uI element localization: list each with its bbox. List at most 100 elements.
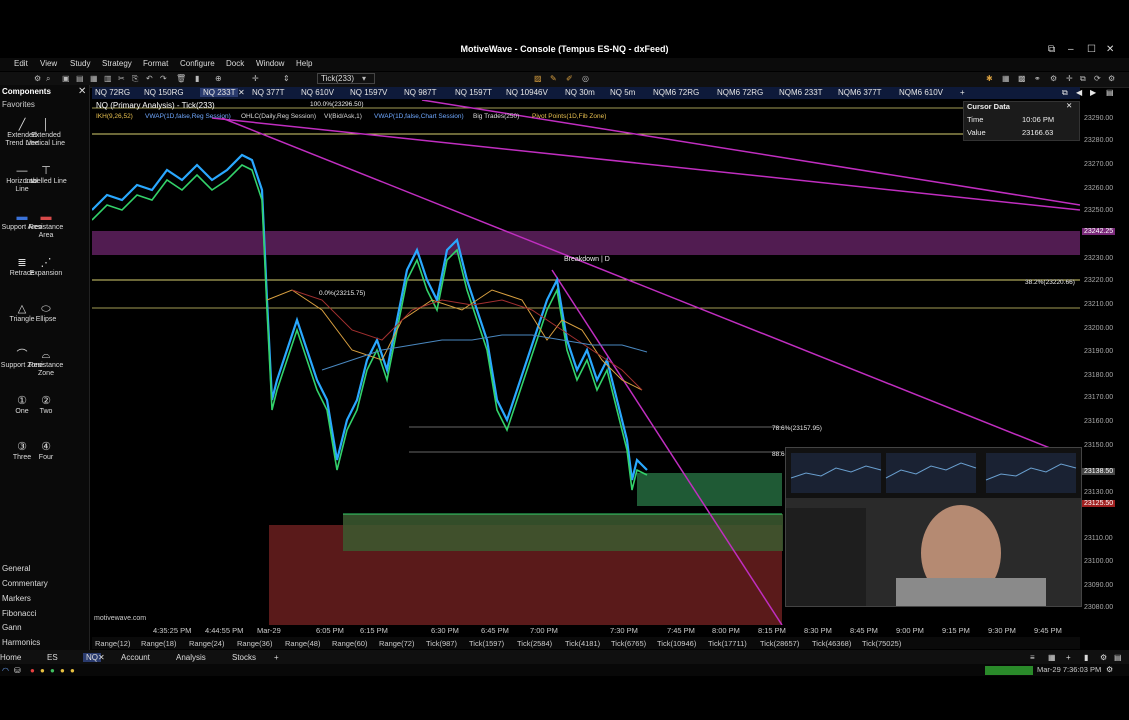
tick-987[interactable]: Tick(987)	[426, 639, 457, 648]
tab-nq-72rg[interactable]: NQ 72RG	[95, 88, 130, 97]
tick-17711[interactable]: Tick(17711)	[708, 639, 747, 648]
category-markers[interactable]: Markers	[2, 594, 31, 603]
grid-view-icon[interactable]: ▦	[1048, 653, 1056, 662]
add-tab-icon[interactable]: +	[960, 88, 965, 97]
bar-type-select[interactable]: Tick(233)	[317, 73, 376, 84]
menu-help[interactable]: Help	[296, 59, 312, 68]
menu-window[interactable]: Window	[256, 59, 284, 68]
tab-nq-150rg[interactable]: NQ 150RG	[144, 88, 184, 97]
open-icon[interactable]: ▤	[76, 74, 84, 83]
indicator-pivot-points[interactable]: Pivot Points(1D,Fib Zone)	[532, 113, 606, 120]
trash-icon[interactable]: 🗑	[176, 74, 186, 83]
tool-four[interactable]: ④ Four	[24, 440, 68, 462]
tab-account[interactable]: Account	[121, 653, 150, 662]
minimize-icon[interactable]: –	[1068, 44, 1074, 55]
gear-icon[interactable]: ⚙	[1108, 74, 1115, 83]
tab-nqm6-377t[interactable]: NQM6 377T	[838, 88, 882, 97]
refresh-icon[interactable]: ⟳	[1094, 74, 1101, 83]
calendar-icon[interactable]: ▤	[1114, 653, 1122, 662]
prev-tab-icon[interactable]: ◀	[1076, 88, 1082, 97]
grid-icon[interactable]: ▩	[1018, 74, 1026, 83]
expand-icon[interactable]: ▮	[1084, 653, 1088, 662]
range-72[interactable]: Range(72)	[379, 639, 414, 648]
toggle-icon[interactable]: ⇕	[283, 74, 290, 83]
category-harmonics[interactable]: Harmonics	[2, 638, 40, 647]
tab-nq-987t[interactable]: NQ 987T	[404, 88, 436, 97]
tab-nq-close-icon[interactable]: ✕	[98, 653, 105, 662]
maximize-icon[interactable]: ☐	[1087, 44, 1096, 55]
save-icon[interactable]: ▦	[90, 74, 98, 83]
list-view-icon[interactable]: ≡	[1030, 653, 1035, 662]
settings-icon[interactable]: ⚙	[34, 74, 41, 83]
tool-ellipse[interactable]: ⬭ Ellipse	[24, 302, 68, 324]
category-gann[interactable]: Gann	[2, 623, 22, 632]
menu-edit[interactable]: Edit	[14, 59, 28, 68]
range-24[interactable]: Range(24)	[189, 639, 224, 648]
tab-nq-233t[interactable]: NQ 233T	[200, 88, 239, 97]
close-icon[interactable]: ✕	[1106, 44, 1114, 55]
chart-settings-icon[interactable]: ⚙	[1050, 74, 1057, 83]
category-general[interactable]: General	[2, 564, 30, 573]
category-fibonacci[interactable]: Fibonacci	[2, 609, 36, 618]
tab-nqm6-610v[interactable]: NQM6 610V	[899, 88, 943, 97]
tick-4181[interactable]: Tick(4181)	[565, 639, 600, 648]
add-workspace-icon[interactable]: +	[274, 653, 279, 662]
chevron-down-icon[interactable]: ▾	[362, 74, 366, 83]
tab-nq-610v[interactable]: NQ 610V	[301, 88, 334, 97]
new-icon[interactable]: ▣	[62, 74, 70, 83]
range-12[interactable]: Range(12)	[95, 639, 130, 648]
tools-icon[interactable]: ✱	[986, 74, 993, 83]
tab-nqm6-233t[interactable]: NQM6 233T	[779, 88, 823, 97]
popout-icon[interactable]: ⧉	[1062, 88, 1068, 98]
menu-view[interactable]: View	[40, 59, 57, 68]
tool-labelled-line[interactable]: ⊤ Labelled Line	[24, 164, 68, 186]
tool-expansion[interactable]: ⋰ Expansion	[24, 256, 68, 278]
bottom-settings-icon[interactable]: ⚙	[1100, 653, 1107, 662]
tab-nq-377t[interactable]: NQ 377T	[252, 88, 284, 97]
indicator-ohlc[interactable]: OHLC(Daily,Reg Session)	[241, 113, 316, 120]
copy-layout-icon[interactable]: ⧉	[1080, 74, 1086, 84]
tab-nq-5m[interactable]: NQ 5m	[610, 88, 635, 97]
search-icon[interactable]: ⌕	[46, 74, 50, 84]
indicator-ikh[interactable]: IKH(9,26,52)	[96, 113, 133, 120]
tab-nq-1597v[interactable]: NQ 1597V	[350, 88, 387, 97]
cut-icon[interactable]: ✂	[118, 74, 125, 83]
zoom-in-icon[interactable]: ⊕	[215, 74, 222, 83]
indicator-vi[interactable]: VI(Bid/Ask,1)	[324, 113, 362, 120]
tool-resistance-zone[interactable]: ⌓ Resistance Zone	[24, 348, 68, 378]
tab-es[interactable]: ES	[47, 653, 58, 662]
menu-format[interactable]: Format	[143, 59, 168, 68]
tab-home[interactable]: Home	[0, 653, 21, 662]
tab-close-icon[interactable]: ✕	[238, 88, 245, 97]
indicator-big-trades[interactable]: Big Trades(250)	[473, 113, 519, 120]
next-tab-icon[interactable]: ▶	[1090, 88, 1096, 97]
tab-nq-1597t[interactable]: NQ 1597T	[455, 88, 492, 97]
redo-icon[interactable]: ↷	[160, 74, 167, 83]
print-icon[interactable]: ▥	[104, 74, 112, 83]
indicator-vwap-chart[interactable]: VWAP(1D,false,Chart Session)	[374, 113, 464, 120]
range-18[interactable]: Range(18)	[141, 639, 176, 648]
tick-10946[interactable]: Tick(10946)	[657, 639, 696, 648]
cursor-data-close-icon[interactable]: ✕	[1066, 101, 1072, 110]
tab-menu-icon[interactable]: ▤	[1106, 88, 1114, 97]
link-icon[interactable]: ⚭	[1034, 74, 1041, 83]
tab-nq-10946v[interactable]: NQ 10946V	[506, 88, 548, 97]
tab-nqm6-72rg-a[interactable]: NQM6 72RG	[653, 88, 699, 97]
indicator-vwap-reg[interactable]: VWAP(1D,false,Reg Session)	[145, 113, 231, 120]
tab-nq-30m[interactable]: NQ 30m	[565, 88, 595, 97]
menu-study[interactable]: Study	[70, 59, 90, 68]
target-icon[interactable]: ◎	[582, 74, 589, 83]
copy-icon[interactable]: ⎘	[132, 74, 138, 84]
layout-icon[interactable]: ▦	[1002, 74, 1010, 83]
pencil-icon[interactable]: ✎	[550, 74, 557, 83]
range-36[interactable]: Range(36)	[237, 639, 272, 648]
tool-resistance-area[interactable]: ▬ Resistance Area	[24, 210, 68, 240]
menu-dock[interactable]: Dock	[226, 59, 244, 68]
tool-extended-vertical-line[interactable]: │ Extended Vertical Line	[24, 118, 68, 148]
menu-configure[interactable]: Configure	[180, 59, 215, 68]
tick-28657[interactable]: Tick(28657)	[760, 639, 799, 648]
brush-icon[interactable]: ✐	[566, 74, 573, 83]
category-commentary[interactable]: Commentary	[2, 579, 48, 588]
tick-1597[interactable]: Tick(1597)	[469, 639, 504, 648]
tab-nqm6-72rg-b[interactable]: NQM6 72RG	[717, 88, 763, 97]
